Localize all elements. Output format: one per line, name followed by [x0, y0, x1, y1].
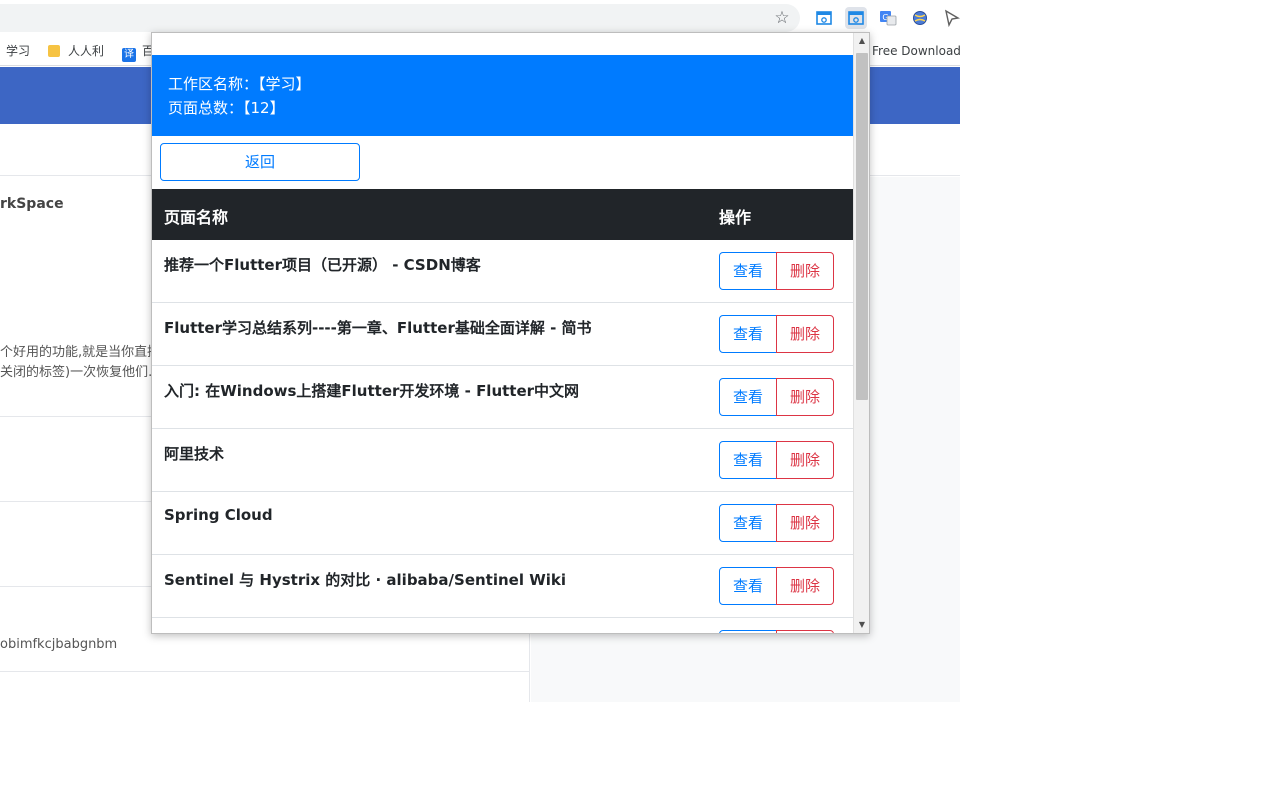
page-title: 推荐一个Flutter项目（已开源） - CSDN博客	[164, 256, 481, 274]
view-button[interactable]: 查看	[719, 567, 777, 605]
table-row: 入门: 在Windows上搭建Flutter开发环境 - Flutter中文网 …	[152, 366, 853, 429]
table-row: 推荐一个Flutter项目（已开源） - CSDN博客 查看 删除	[152, 240, 853, 303]
row-actions: 查看 删除	[719, 315, 834, 353]
table-row: Spring Cloud 查看 删除	[152, 492, 853, 555]
view-button[interactable]: 查看	[719, 504, 777, 542]
extension-id-fragment: obimfkcjbabgnbm	[0, 637, 118, 652]
scroll-up-arrow-icon[interactable]: ▲	[854, 33, 869, 49]
scroll-down-arrow-icon[interactable]: ▼	[854, 617, 869, 633]
bookmark-study[interactable]: 学习	[6, 43, 30, 59]
workspace-info-banner: 工作区名称：【学习】 页面总数：【12】	[152, 55, 853, 136]
translate-extension-icon[interactable]: G	[877, 7, 899, 29]
folder-icon	[48, 45, 60, 57]
scroll-thumb[interactable]	[856, 53, 868, 400]
workspace-popup: 工作区名称：【学习】 页面总数：【12】 返回 页面名称 操作 推荐一个Flut…	[151, 32, 870, 634]
bookmark-renrenli[interactable]: 人人利	[48, 43, 104, 59]
back-button[interactable]: 返回	[160, 143, 360, 181]
table-row-partial	[152, 618, 853, 633]
extension-title-fragment: rkSpace	[0, 196, 64, 212]
view-button[interactable]	[719, 630, 777, 633]
view-button[interactable]: 查看	[719, 252, 777, 290]
delete-button[interactable]: 删除	[776, 504, 834, 542]
column-header-page-name: 页面名称	[164, 208, 229, 227]
view-button[interactable]: 查看	[719, 378, 777, 416]
popup-scrollbar[interactable]: ▲ ▼	[853, 33, 869, 633]
view-button[interactable]: 查看	[719, 315, 777, 353]
extension-description-line: 关闭的标签)一次恢复他们.但	[0, 365, 166, 380]
table-row: Sentinel 与 Hystrix 的对比 · alibaba/Sentine…	[152, 555, 853, 618]
row-actions	[719, 630, 834, 633]
extension-description-line: 个好用的功能,就是当你直接	[0, 345, 161, 360]
row-actions: 查看 删除	[719, 441, 834, 479]
delete-button[interactable]: 删除	[776, 567, 834, 605]
extension-workspace-icon[interactable]	[813, 7, 835, 29]
workspace-name: 工作区名称：【学习】	[168, 75, 311, 93]
cursor-extension-icon[interactable]	[941, 7, 961, 29]
row-actions: 查看 删除	[719, 378, 834, 416]
page-title: Spring Cloud	[164, 506, 273, 524]
page-title: 阿里技术	[164, 445, 225, 463]
row-actions: 查看 删除	[719, 504, 834, 542]
table-row: 阿里技术 查看 删除	[152, 429, 853, 492]
delete-button[interactable]: 删除	[776, 378, 834, 416]
page-title: 入门: 在Windows上搭建Flutter开发环境 - Flutter中文网	[164, 382, 580, 400]
popup-content: 工作区名称：【学习】 页面总数：【12】 返回 页面名称 操作 推荐一个Flut…	[152, 33, 853, 633]
globe-extension-icon[interactable]	[909, 7, 931, 29]
toolbar: ☆ G	[0, 0, 961, 36]
page-count: 页面总数：【12】	[168, 99, 285, 117]
address-bar[interactable]	[0, 4, 800, 32]
bookmark-label: Free Download	[872, 44, 961, 58]
page-list: 推荐一个Flutter项目（已开源） - CSDN博客 查看 删除 Flutte…	[152, 240, 853, 633]
table-header: 页面名称 操作	[152, 189, 853, 240]
bookmark-label: 人人利	[68, 44, 105, 58]
row-actions: 查看 删除	[719, 567, 834, 605]
divider	[0, 671, 530, 672]
view-button[interactable]: 查看	[719, 441, 777, 479]
translate-icon: 译	[122, 48, 136, 62]
delete-button[interactable]: 删除	[776, 252, 834, 290]
delete-button[interactable]: 删除	[776, 441, 834, 479]
delete-button[interactable]: 删除	[776, 315, 834, 353]
extension-workspace-active-icon[interactable]	[845, 7, 867, 29]
delete-button[interactable]	[776, 630, 834, 633]
page-title: Flutter学习总结系列----第一章、Flutter基础全面详解 - 简书	[164, 319, 592, 337]
browser-viewport: ☆ G 学习 人人利 译百 Free Download rkSpace 个好用的…	[0, 0, 1280, 800]
bookmark-label: 学习	[6, 44, 31, 58]
bookmark-translate[interactable]: 译百	[122, 43, 154, 62]
bookmark-free-download[interactable]: Free Download	[872, 43, 961, 59]
bookmark-star-icon[interactable]: ☆	[772, 8, 792, 28]
page-title: Sentinel 与 Hystrix 的对比 · alibaba/Sentine…	[164, 571, 567, 589]
column-header-actions: 操作	[719, 208, 752, 227]
row-actions: 查看 删除	[719, 252, 834, 290]
table-row: Flutter学习总结系列----第一章、Flutter基础全面详解 - 简书 …	[152, 303, 853, 366]
